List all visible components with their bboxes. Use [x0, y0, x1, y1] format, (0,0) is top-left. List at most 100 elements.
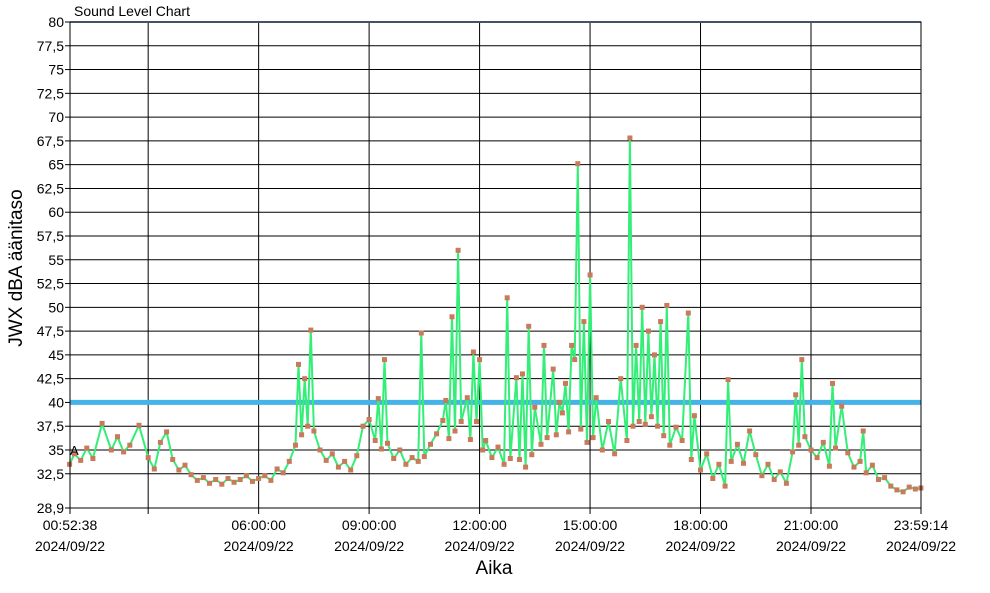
data-point	[642, 421, 648, 427]
sound-level-chart: 80 77,5 75 72,5 70 67,5 65 62,5 60 57,5 55 52,5 50 47…	[0, 0, 990, 588]
data-point	[458, 419, 464, 424]
data-point	[857, 458, 863, 464]
data-point	[796, 442, 802, 448]
data-point	[790, 449, 796, 455]
data-point	[725, 377, 731, 383]
data-point	[882, 475, 888, 481]
y-tick-label: 72,5	[37, 85, 64, 101]
data-point	[415, 458, 421, 464]
y-tick-label: 57,5	[37, 228, 64, 244]
chart-title: Sound Level Chart	[74, 3, 190, 19]
y-tick-label: 52,5	[37, 276, 64, 292]
data-point	[443, 398, 449, 403]
data-point	[504, 295, 510, 301]
data-point	[734, 441, 740, 447]
data-point	[584, 439, 590, 445]
data-point	[182, 462, 188, 468]
y-tick-label: 55	[48, 252, 64, 268]
data-point	[421, 454, 427, 460]
data-point	[652, 352, 657, 358]
data-point	[578, 426, 584, 432]
data-point	[624, 438, 630, 443]
data-point	[378, 446, 384, 452]
data-point	[664, 302, 670, 308]
data-point	[348, 467, 354, 473]
data-point	[452, 428, 458, 434]
x-tick-date: 2024/09/22	[334, 538, 404, 554]
data-point	[513, 375, 519, 381]
data-point	[409, 455, 415, 461]
data-point	[483, 438, 489, 443]
data-point	[529, 452, 535, 458]
data-point	[648, 414, 654, 420]
data-point	[474, 419, 479, 424]
y-tick-label: 77,5	[37, 38, 64, 54]
data-point	[799, 357, 805, 363]
x-tick-date: 2024/09/22	[886, 538, 956, 554]
data-point	[747, 428, 753, 434]
data-point	[593, 395, 599, 401]
data-point	[559, 410, 565, 416]
data-point	[308, 327, 314, 333]
y-tick-label: 65	[48, 157, 64, 173]
data-point	[397, 447, 403, 453]
data-point	[305, 423, 311, 429]
x-tick-date: 2024/09/22	[555, 538, 625, 554]
data-point	[575, 161, 581, 167]
data-point	[317, 447, 323, 453]
data-point	[688, 457, 694, 462]
data-point	[863, 470, 869, 476]
data-point	[520, 371, 525, 377]
data-point	[759, 473, 765, 479]
chart-canvas: 80 77,5 75 72,5 70 67,5 65 62,5 60 57,5 55 52,5 50 47…	[0, 0, 990, 588]
data-point	[127, 442, 133, 448]
marker-label: A	[70, 443, 79, 458]
data-point	[627, 135, 633, 141]
data-point	[900, 489, 906, 495]
data-point	[200, 475, 206, 481]
y-tick-label: 70	[48, 109, 64, 125]
data-point	[802, 434, 808, 440]
data-point	[418, 330, 424, 336]
data-point	[639, 304, 645, 310]
y-tick-label: 67,5	[37, 133, 64, 149]
data-point	[136, 422, 142, 428]
data-point	[403, 461, 409, 467]
data-point	[225, 476, 231, 481]
y-axis-label: JWX dBA äänitaso	[6, 189, 27, 346]
data-point	[587, 272, 593, 278]
data-point	[84, 445, 90, 451]
data-point	[293, 442, 298, 448]
data-point	[590, 435, 596, 441]
x-tick-date: 2024/09/22	[776, 538, 846, 554]
data-point	[517, 457, 522, 462]
data-point	[839, 403, 845, 409]
data-point	[845, 450, 851, 456]
data-point	[679, 438, 685, 443]
data-point	[553, 432, 559, 438]
data-point	[302, 376, 308, 382]
data-point	[335, 464, 341, 470]
data-point	[633, 342, 639, 348]
data-point	[569, 342, 575, 348]
x-tick-time: 15:00:00	[563, 517, 618, 533]
data-point	[906, 484, 912, 490]
data-point	[464, 395, 470, 401]
data-point	[661, 433, 667, 439]
data-point	[532, 404, 538, 410]
y-tick-label: 32,5	[37, 466, 64, 482]
data-point	[820, 439, 826, 445]
x-tick-time: 00:52:38	[43, 517, 98, 533]
x-tick-time: 09:00:00	[342, 517, 397, 533]
data-point	[501, 461, 507, 467]
data-point	[808, 447, 814, 453]
data-point	[645, 328, 651, 334]
data-point	[194, 477, 200, 483]
data-point	[342, 458, 348, 464]
data-point	[507, 456, 513, 461]
data-point	[299, 432, 305, 438]
x-tick-date: 2024/09/22	[35, 538, 105, 554]
data-point	[434, 431, 440, 437]
data-point	[256, 476, 262, 481]
data-point	[655, 423, 661, 429]
